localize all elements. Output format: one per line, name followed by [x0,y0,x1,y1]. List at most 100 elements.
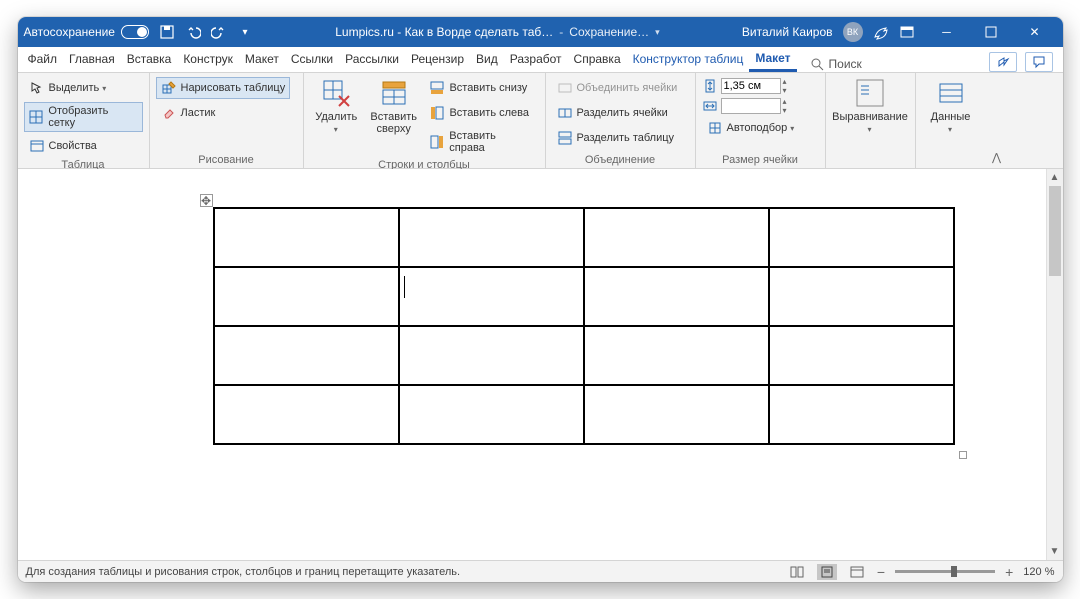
maximize-button[interactable] [969,17,1013,47]
height-spinner-down[interactable]: ▾ [783,86,787,95]
table-row[interactable] [214,385,954,444]
eraser-button[interactable]: Ластик [156,102,291,124]
group-size-label: Размер ячейки [702,152,819,166]
tab-file[interactable]: Файл [22,46,64,72]
merge-icon [557,80,573,96]
document-table[interactable] [213,207,955,445]
print-layout-icon[interactable] [817,564,837,580]
width-icon [702,98,718,114]
tab-insert[interactable]: Вставка [121,46,178,72]
group-table: Выделить▾ Отобразить сетку Свойства [18,73,150,168]
table-resize-handle[interactable] [959,451,967,459]
tab-references[interactable]: Ссылки [285,46,339,72]
titlebar-actions [989,52,1059,72]
scroll-up-icon[interactable]: ▲ [1047,169,1063,186]
height-input[interactable] [721,78,781,94]
autosave-toggle[interactable] [121,25,149,39]
draw-table-button[interactable]: Нарисовать таблицу [156,77,291,99]
autofit-button[interactable]: Автоподбор▾ [702,117,800,139]
group-alignment: Выравнивание▾ [826,73,916,168]
coming-soon-icon[interactable] [873,24,889,40]
split-table-icon [557,130,573,146]
zoom-slider[interactable] [895,570,995,573]
undo-icon[interactable] [185,24,201,40]
insert-above-icon [378,77,410,109]
properties-label: Свойства [49,140,97,152]
width-spinner-up[interactable]: ▴ [783,97,787,106]
insert-below-button[interactable]: Вставить снизу [424,77,538,99]
zoom-value[interactable]: 120 % [1023,566,1054,578]
gridlines-button[interactable]: Отобразить сетку [24,102,143,132]
search-box[interactable]: Поиск [809,56,862,72]
merge-cells-button[interactable]: Объединить ячейки [552,77,683,99]
tab-mailings[interactable]: Рассылки [339,46,405,72]
collapse-ribbon-icon[interactable]: ⋀ [986,73,1008,168]
tab-review[interactable]: Рецензир [405,46,470,72]
insert-right-icon [429,134,445,150]
insert-above-label: Вставить сверху [370,111,417,135]
cursor-icon [29,80,45,96]
properties-button[interactable]: Свойства [24,135,143,157]
tab-developer[interactable]: Разработ [504,46,568,72]
tab-table-layout[interactable]: Макет [749,46,796,72]
page[interactable]: ✥ [73,169,1023,560]
save-icon[interactable] [159,24,175,40]
col-width-control[interactable]: ▴▾ [702,97,800,115]
search-icon [809,56,825,72]
user-name: Виталий Каиров [742,25,833,39]
split-label: Разделить ячейки [577,107,668,119]
autofit-icon [707,120,723,136]
tab-table-design[interactable]: Конструктор таблиц [627,46,750,72]
tab-design[interactable]: Конструк [177,46,239,72]
doc-title: Lumpics.ru - Как в Ворде сделать таб… [335,25,553,39]
split-table-button[interactable]: Разделить таблицу [552,127,683,149]
table-row[interactable] [214,267,954,326]
insert-below-icon [429,80,445,96]
tab-home[interactable]: Главная [63,46,121,72]
qat-more-icon[interactable]: ▾ [237,24,253,40]
ribbon-display-icon[interactable] [899,24,915,40]
group-cell-size: ▴▾ ▴▾ Автоподбор▾ Размер ячейки [696,73,826,168]
delete-button[interactable]: Удалить▾ [310,77,363,134]
properties-icon [29,138,45,154]
table-move-handle[interactable]: ✥ [200,194,213,207]
table-row[interactable] [214,208,954,267]
close-button[interactable]: ✕ [1013,17,1057,47]
height-spinner-up[interactable]: ▴ [783,77,787,86]
word-window: Автосохранение ▾ Lumpics.ru - Как в Ворд… [18,17,1063,582]
comments-button[interactable] [1025,52,1053,72]
alignment-label: Выравнивание [832,111,908,123]
zoom-out-button[interactable]: − [877,564,885,580]
table-row[interactable] [214,326,954,385]
web-layout-icon[interactable] [847,564,867,580]
insert-left-button[interactable]: Вставить слева [424,102,538,124]
alignment-icon [854,77,886,109]
split-table-label: Разделить таблицу [577,132,675,144]
scroll-down-icon[interactable]: ▼ [1047,543,1063,560]
insert-right-button[interactable]: Вставить справа [424,127,538,157]
select-button[interactable]: Выделить▾ [24,77,143,99]
row-height-control[interactable]: ▴▾ [702,77,800,95]
tab-layout[interactable]: Макет [239,46,285,72]
data-button[interactable]: Данные▾ [924,77,978,134]
height-icon [702,78,718,94]
insert-above-button[interactable]: Вставить сверху [367,77,420,135]
width-spinner-down[interactable]: ▾ [783,106,787,115]
share-button[interactable] [989,52,1017,72]
group-merge: Объединить ячейки Разделить ячейки Разде… [546,73,696,168]
width-input[interactable] [721,98,781,114]
vertical-scrollbar[interactable]: ▲ ▼ [1046,169,1063,560]
read-mode-icon[interactable] [787,564,807,580]
redo-icon[interactable] [211,24,227,40]
group-merge-label: Объединение [552,152,689,166]
split-cells-button[interactable]: Разделить ячейки [552,102,683,124]
scroll-thumb[interactable] [1049,186,1061,276]
tab-help[interactable]: Справка [568,46,627,72]
ribbon: Выделить▾ Отобразить сетку Свойства [18,73,1063,169]
avatar[interactable]: ВК [843,22,863,42]
zoom-in-button[interactable]: + [1005,564,1013,580]
tab-view[interactable]: Вид [470,46,504,72]
minimize-button[interactable]: ─ [925,17,969,47]
autosave-control[interactable]: Автосохранение [24,25,149,39]
alignment-button[interactable]: Выравнивание▾ [843,77,897,134]
